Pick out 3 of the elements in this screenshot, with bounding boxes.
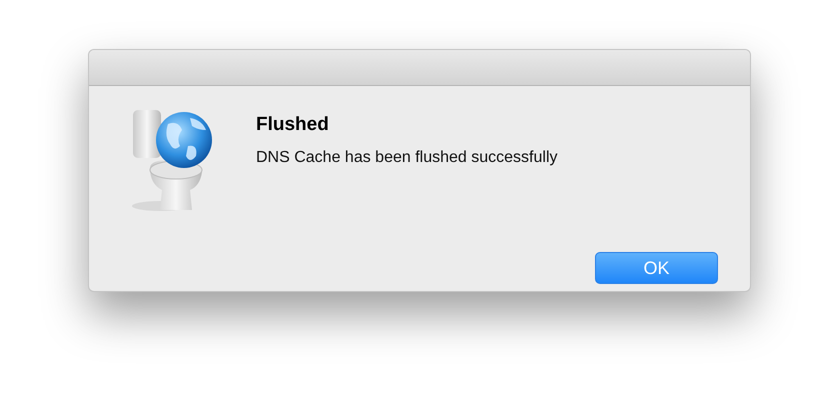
dialog-title: Flushed (256, 114, 330, 136)
dialog-message: DNS Cache has been flushed successfully (256, 149, 558, 167)
ok-button[interactable]: OK (595, 252, 718, 284)
